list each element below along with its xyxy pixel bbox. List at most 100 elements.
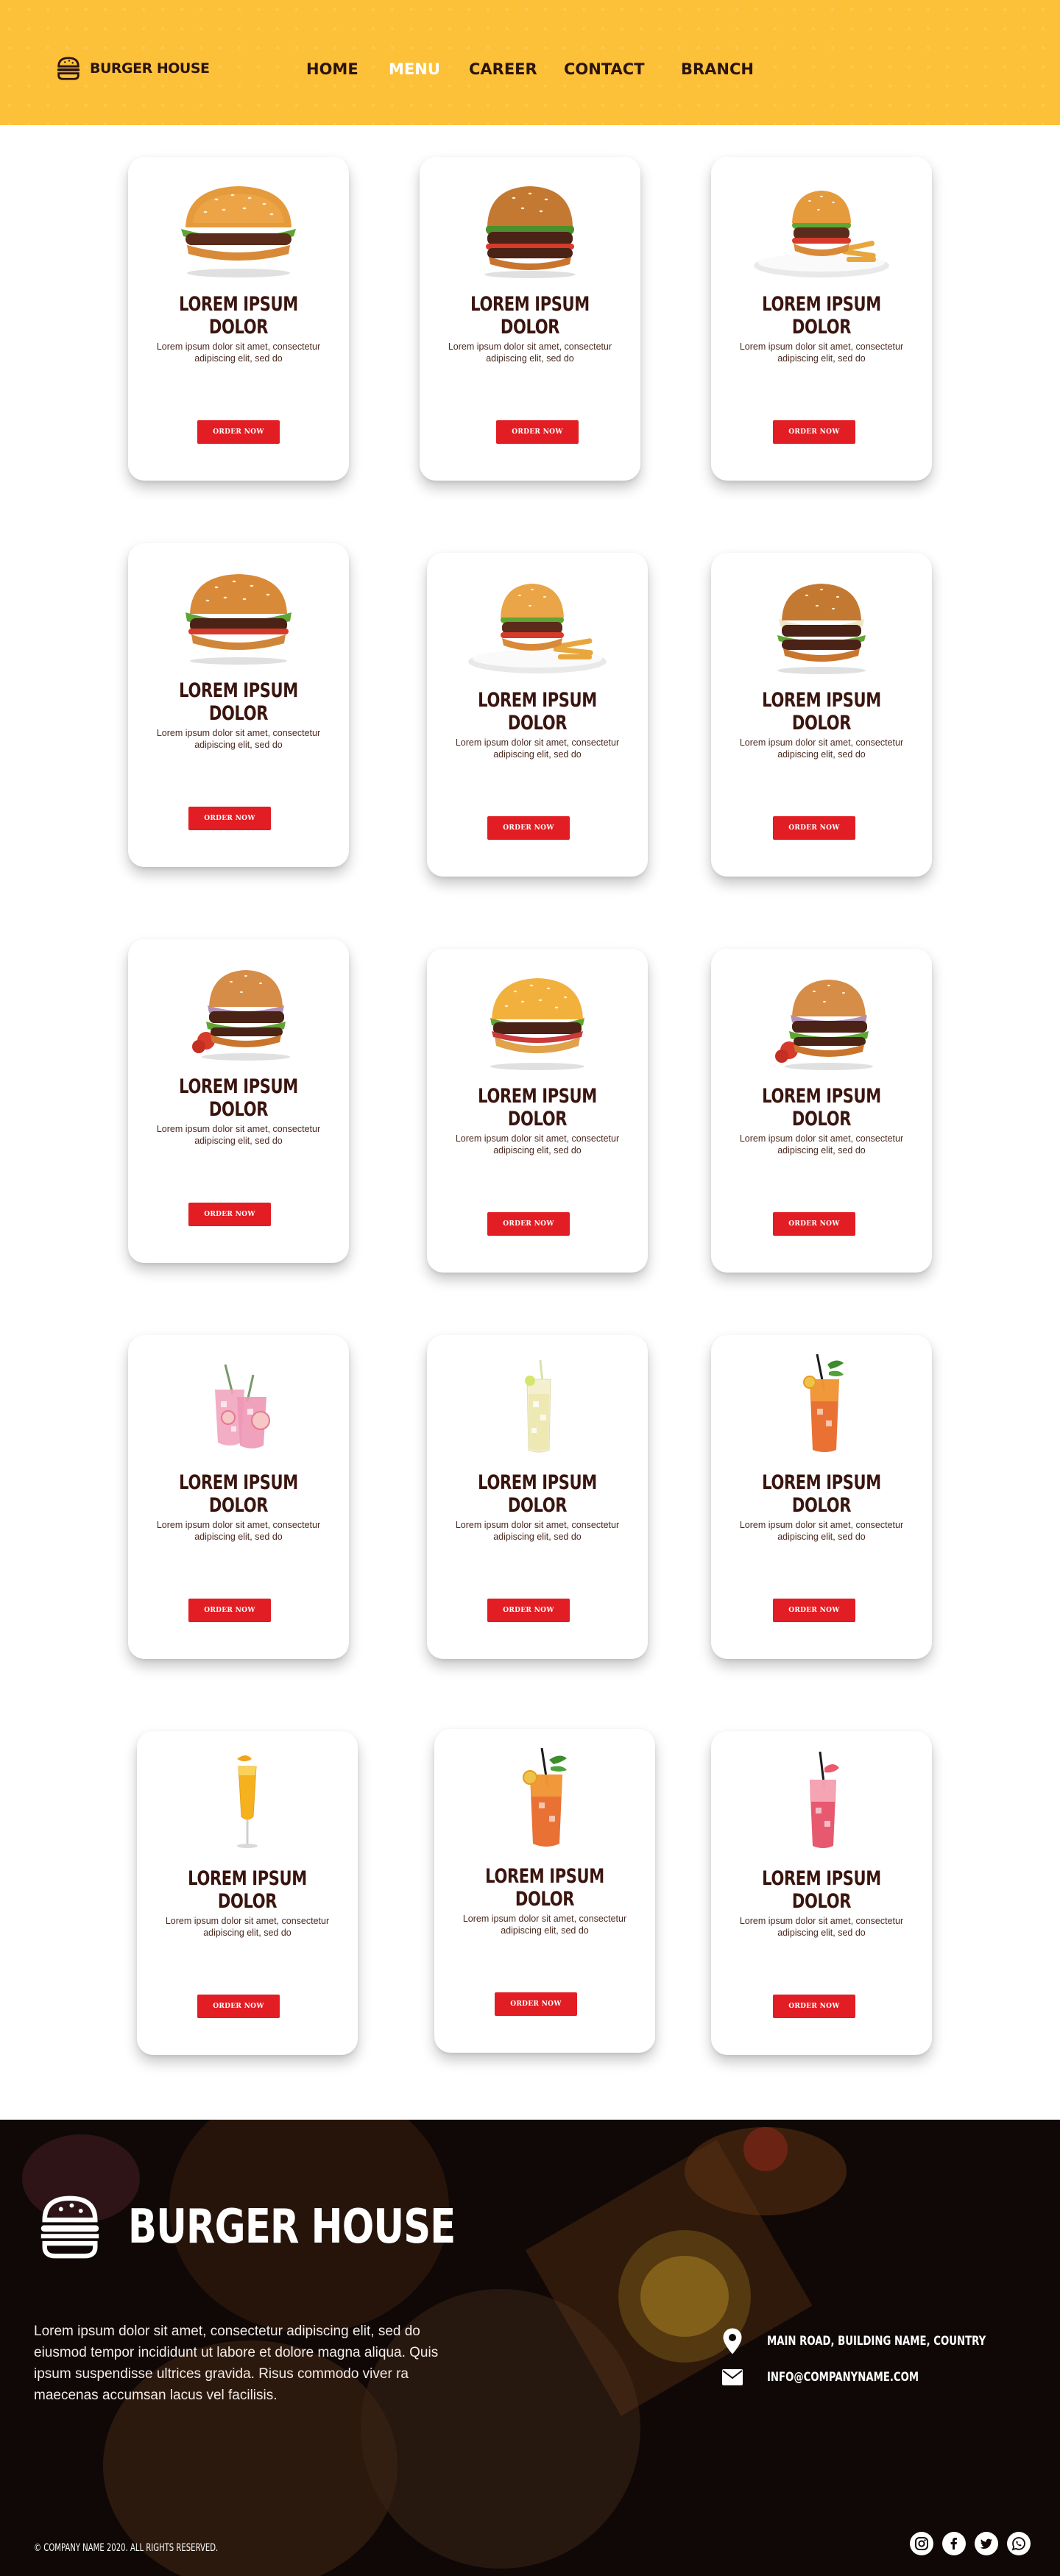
- order-now-button[interactable]: ORDER NOW: [495, 1992, 577, 2016]
- card-description: Lorem ipsum dolor sit amet, consectetur …: [455, 1520, 620, 1542]
- location-pin-icon: [723, 2328, 742, 2354]
- order-now-button[interactable]: ORDER NOW: [773, 1995, 855, 2018]
- card-title: LOREM IPSUM DOLOR: [762, 689, 881, 735]
- menu-card: LOREM IPSUM DOLOR Lorem ipsum dolor sit …: [434, 1729, 655, 2053]
- card-title: LOREM IPSUM DOLOR: [179, 679, 298, 725]
- card-description: Lorem ipsum dolor sit amet, consectetur …: [156, 1520, 321, 1542]
- menu-card: LOREM IPSUM DOLOR Lorem ipsum dolor sit …: [128, 939, 349, 1263]
- order-now-button[interactable]: ORDER NOW: [487, 816, 570, 840]
- nav-career[interactable]: CAREER: [469, 60, 537, 78]
- address-text: MAIN ROAD, BUILDING NAME, COUNTRY: [767, 2334, 986, 2349]
- order-now-button[interactable]: ORDER NOW: [188, 807, 271, 830]
- card-description: Lorem ipsum dolor sit amet, consectetur …: [462, 1914, 627, 1936]
- burger-image: [484, 186, 576, 278]
- burger-image: [777, 584, 866, 674]
- brand-name: BURGER HOUSE: [90, 60, 210, 77]
- burger-logo-icon: [57, 57, 80, 80]
- card-title: LOREM IPSUM DOLOR: [478, 1085, 597, 1130]
- social-links: [910, 2532, 1031, 2555]
- whatsapp-icon[interactable]: [1007, 2532, 1031, 2555]
- facebook-icon[interactable]: [942, 2532, 966, 2555]
- burger-image: [181, 186, 296, 277]
- card-title: LOREM IPSUM DOLOR: [478, 689, 597, 735]
- card-title: LOREM IPSUM DOLOR: [762, 1867, 881, 1913]
- order-now-button[interactable]: ORDER NOW: [773, 1212, 855, 1236]
- card-title: LOREM IPSUM DOLOR: [762, 293, 881, 339]
- menu-card: LOREM IPSUM DOLOR Lorem ipsum dolor sit …: [711, 1731, 932, 2055]
- menu-card: LOREM IPSUM DOLOR Lorem ipsum dolor sit …: [711, 949, 932, 1273]
- menu-card: LOREM IPSUM DOLOR Lorem ipsum dolor sit …: [711, 157, 932, 481]
- menu-card: LOREM IPSUM DOLOR Lorem ipsum dolor sit …: [427, 949, 648, 1273]
- card-description: Lorem ipsum dolor sit amet, consectetur …: [156, 1124, 321, 1146]
- card-description: Lorem ipsum dolor sit amet, consectetur …: [739, 1133, 904, 1156]
- twitter-icon[interactable]: [975, 2532, 998, 2555]
- nav-menu[interactable]: MENU: [389, 60, 440, 78]
- card-description: Lorem ipsum dolor sit amet, consectetur …: [156, 342, 321, 364]
- nav-contact[interactable]: CONTACT: [564, 60, 645, 78]
- order-now-button[interactable]: ORDER NOW: [487, 1599, 570, 1622]
- card-description: Lorem ipsum dolor sit amet, consectetur …: [739, 342, 904, 364]
- card-description: Lorem ipsum dolor sit amet, consectetur …: [448, 342, 612, 364]
- card-description: Lorem ipsum dolor sit amet, consectetur …: [739, 1520, 904, 1542]
- menu-card: LOREM IPSUM DOLOR Lorem ipsum dolor sit …: [137, 1731, 358, 2055]
- copyright-text: © COMPANY NAME 2020. ALL RIGHTS RESERVED…: [34, 2542, 219, 2554]
- card-title: LOREM IPSUM DOLOR: [485, 1865, 604, 1911]
- card-description: Lorem ipsum dolor sit amet, consectetur …: [156, 728, 321, 750]
- menu-card: LOREM IPSUM DOLOR Lorem ipsum dolor sit …: [128, 543, 349, 867]
- instagram-icon[interactable]: [910, 2532, 933, 2555]
- burger-plate-image: [754, 191, 889, 277]
- order-now-button[interactable]: ORDER NOW: [773, 816, 855, 840]
- order-now-button[interactable]: ORDER NOW: [773, 1599, 855, 1622]
- nav-home[interactable]: HOME: [306, 60, 358, 78]
- menu-card: LOREM IPSUM DOLOR Lorem ipsum dolor sit …: [711, 553, 932, 877]
- card-title: LOREM IPSUM DOLOR: [179, 1075, 298, 1121]
- card-description: Lorem ipsum dolor sit amet, consectetur …: [165, 1916, 330, 1938]
- envelope-icon: [722, 2369, 743, 2385]
- burger-image: [192, 970, 290, 1061]
- card-title: LOREM IPSUM DOLOR: [478, 1471, 597, 1517]
- order-now-button[interactable]: ORDER NOW: [197, 420, 280, 444]
- card-description: Lorem ipsum dolor sit amet, consectetur …: [455, 1133, 620, 1156]
- menu-card: LOREM IPSUM DOLOR Lorem ipsum dolor sit …: [427, 553, 648, 877]
- card-description: Lorem ipsum dolor sit amet, consectetur …: [455, 737, 620, 760]
- menu-card: LOREM IPSUM DOLOR Lorem ipsum dolor sit …: [427, 1335, 648, 1659]
- site-footer: BURGER HOUSE Lorem ipsum dolor sit amet,…: [0, 2120, 1060, 2576]
- burger-image: [775, 980, 873, 1070]
- contact-email[interactable]: INFO@COMPANYNAME.COM: [721, 2368, 961, 2386]
- menu-card: LOREM IPSUM DOLOR Lorem ipsum dolor sit …: [420, 157, 640, 481]
- card-title: LOREM IPSUM DOLOR: [179, 1471, 298, 1517]
- order-now-button[interactable]: ORDER NOW: [773, 420, 855, 444]
- menu-card: LOREM IPSUM DOLOR Lorem ipsum dolor sit …: [128, 1335, 349, 1659]
- iced-tea-image: [523, 1747, 567, 1847]
- pink-lemonade-image: [215, 1364, 270, 1448]
- order-now-button[interactable]: ORDER NOW: [197, 1995, 280, 2018]
- card-title: LOREM IPSUM DOLOR: [470, 293, 590, 339]
- red-drink-image: [810, 1751, 839, 1848]
- orange-juice-glass-image: [237, 1755, 258, 1848]
- brand-logo[interactable]: BURGER HOUSE: [54, 54, 210, 82]
- menu-card: LOREM IPSUM DOLOR Lorem ipsum dolor sit …: [711, 1335, 932, 1659]
- card-title: LOREM IPSUM DOLOR: [762, 1471, 881, 1517]
- burger-logo-icon: [40, 2195, 99, 2259]
- burger-image: [186, 574, 292, 665]
- card-title: LOREM IPSUM DOLOR: [188, 1867, 307, 1913]
- burger-plate-image: [468, 584, 607, 673]
- footer-brand[interactable]: BURGER HOUSE: [34, 2189, 537, 2265]
- email-text: INFO@COMPANYNAME.COM: [767, 2370, 919, 2385]
- order-now-button[interactable]: ORDER NOW: [188, 1203, 271, 1226]
- card-description: Lorem ipsum dolor sit amet, consectetur …: [739, 1916, 904, 1938]
- lemonade-glass-image: [525, 1359, 551, 1453]
- card-description: Lorem ipsum dolor sit amet, consectetur …: [739, 737, 904, 760]
- footer-brand-name: BURGER HOUSE: [128, 2200, 456, 2254]
- order-now-button[interactable]: ORDER NOW: [487, 1212, 570, 1236]
- iced-tea-image: [803, 1354, 844, 1452]
- footer-description: Lorem ipsum dolor sit amet, consectetur …: [34, 2324, 439, 2403]
- burger-image: [490, 978, 584, 1070]
- site-header: BURGER HOUSE HOME MENU CAREER CONTACT BR…: [0, 0, 1060, 125]
- menu-card: LOREM IPSUM DOLOR Lorem ipsum dolor sit …: [128, 157, 349, 481]
- order-now-button[interactable]: ORDER NOW: [188, 1599, 271, 1622]
- order-now-button[interactable]: ORDER NOW: [496, 420, 579, 444]
- card-title: LOREM IPSUM DOLOR: [762, 1085, 881, 1130]
- nav-branch[interactable]: BRANCH: [681, 60, 754, 78]
- contact-address: MAIN ROAD, BUILDING NAME, COUNTRY: [721, 2327, 1047, 2355]
